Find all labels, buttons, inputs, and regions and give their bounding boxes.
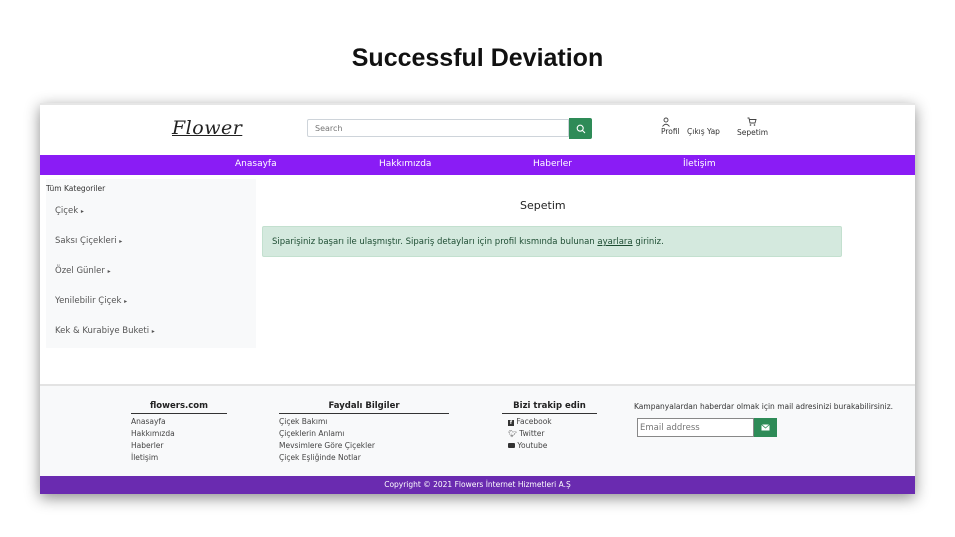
search-button[interactable] [569, 118, 592, 139]
category-item[interactable]: Saksı Çiçekleri ▸ [55, 236, 122, 246]
footer-col3-title: Bizi trakip edin [502, 401, 597, 414]
facebook-link[interactable]: f Facebook [508, 417, 552, 426]
twitter-link[interactable]: 🐦︎ Twitter [508, 429, 544, 438]
category-item[interactable]: Yenilebilir Çiçek ▸ [55, 296, 127, 306]
category-item[interactable]: Özel Günler ▸ [55, 266, 111, 276]
footer-link[interactable]: İletişim [131, 453, 158, 462]
chevron-right-icon: ▸ [119, 238, 123, 245]
slide-title: Successful Deviation [351, 44, 604, 72]
chevron-right-icon: ▸ [151, 328, 155, 335]
category-label: Çiçek [55, 206, 79, 216]
cart-icon [747, 117, 757, 128]
site-footer: flowers.com Anasayfa Hakkımızda Haberler… [40, 384, 915, 478]
category-sidebar: Tüm Kategoriler Çiçek ▸ Saksı Çiçekleri … [46, 179, 256, 348]
footer-link[interactable]: Çiçek Bakımı [279, 417, 327, 426]
category-item[interactable]: Kek & Kurabiye Buketi ▸ [55, 326, 155, 336]
category-label: Kek & Kurabiye Buketi [55, 326, 150, 336]
footer-link[interactable]: Mevsimlere Göre Çiçekler [279, 441, 375, 450]
copyright-bar: Copyright © 2021 Flowers İnternet Hizmet… [40, 476, 915, 494]
browser-page: Flower Profil Çıkış Yap Sepetim Anasayfa… [40, 103, 915, 494]
twitter-label: Twitter [519, 429, 545, 438]
main-navbar: Anasayfa Hakkımızda Haberler İletişim [40, 155, 915, 175]
brand-logo[interactable]: Flower [172, 117, 242, 139]
footer-col1-title: flowers.com [131, 401, 227, 414]
nav-news[interactable]: Haberler [533, 159, 572, 169]
cart-icon-wrap[interactable] [747, 117, 757, 128]
top-divider [40, 103, 915, 105]
nav-contact[interactable]: İletişim [683, 159, 716, 169]
category-heading: Tüm Kategoriler [46, 184, 106, 193]
category-label: Yenilebilir Çiçek [55, 296, 122, 306]
facebook-icon: f [508, 420, 514, 426]
alert-text-after: giriniz. [635, 237, 664, 247]
youtube-label: Youtube [517, 441, 548, 450]
chevron-right-icon: ▸ [107, 268, 111, 275]
envelope-icon [761, 424, 770, 431]
nav-about[interactable]: Hakkımızda [379, 159, 431, 169]
logout-link[interactable]: Çıkış Yap [687, 127, 720, 136]
cart-link[interactable]: Sepetim [737, 128, 768, 137]
newsletter-note: Kampanyalardan haberdar olmak için mail … [634, 402, 894, 411]
footer-link[interactable]: Anasayfa [131, 417, 166, 426]
page-title: Sepetim [520, 199, 566, 212]
chevron-right-icon: ▸ [80, 208, 84, 215]
search-input[interactable] [307, 119, 569, 137]
category-label: Saksı Çiçekleri [55, 236, 117, 246]
settings-link[interactable]: ayarlara [597, 237, 632, 247]
footer-link[interactable]: Çiçek Eşliğinde Notlar [279, 453, 361, 462]
twitter-icon: 🐦︎ [508, 430, 517, 438]
subscribe-button[interactable] [754, 418, 777, 437]
footer-link[interactable]: Hakkımızda [131, 429, 175, 438]
youtube-icon [508, 443, 515, 448]
nav-home[interactable]: Anasayfa [235, 159, 277, 169]
chevron-right-icon: ▸ [124, 298, 128, 305]
email-field[interactable] [637, 418, 754, 437]
category-item[interactable]: Çiçek ▸ [55, 206, 84, 216]
profile-label[interactable]: Profil [661, 127, 680, 136]
footer-link[interactable]: Haberler [131, 441, 163, 450]
search-icon [576, 124, 585, 133]
footer-col2-title: Faydalı Bilgiler [279, 401, 449, 414]
success-alert: Siparişiniz başarı ile ulaşmıştır. Sipar… [262, 226, 842, 257]
category-label: Özel Günler [55, 266, 105, 276]
footer-link[interactable]: Çiçeklerin Anlamı [279, 429, 344, 438]
facebook-label: Facebook [516, 417, 552, 426]
youtube-link[interactable]: Youtube [508, 441, 547, 450]
alert-text-before: Siparişiniz başarı ile ulaşmıştır. Sipar… [272, 237, 595, 247]
